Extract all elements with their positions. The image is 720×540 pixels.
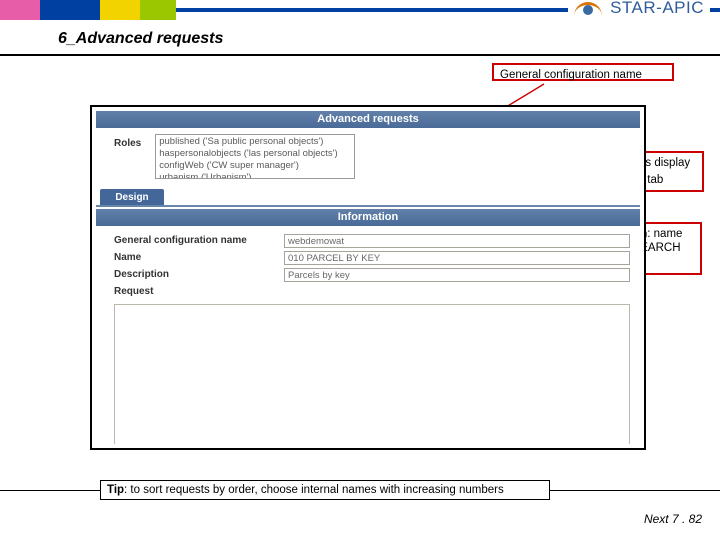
- row-name: Name 010 PARCEL BY KEY: [114, 249, 630, 266]
- field-label: Request: [114, 286, 274, 297]
- callout-text: : to sort requests by order, choose inte…: [124, 484, 504, 496]
- screenshot-frame: Advanced requests Roles published ('Sa p…: [90, 105, 646, 450]
- callout-bold: Tip: [107, 484, 124, 496]
- stripe-seg: [140, 0, 176, 20]
- brand-text: STAR-APIC: [610, 0, 704, 18]
- stripe-seg: [40, 0, 100, 20]
- stripe-seg: [100, 0, 140, 20]
- general-config-name-input[interactable]: webdemowat: [284, 234, 630, 248]
- callout-general-config-name: General configuration name: [492, 63, 674, 81]
- brand-logo: STAR-APIC: [568, 0, 710, 18]
- tab-strip: Design: [96, 189, 640, 207]
- description-input[interactable]: Parcels by key: [284, 268, 630, 282]
- roles-listbox[interactable]: published ('Sa public personal objects')…: [155, 134, 355, 179]
- eye-icon: [574, 0, 604, 18]
- row-request: Request: [114, 283, 630, 300]
- request-textarea[interactable]: [114, 304, 630, 444]
- callout-tip: Tip: to sort requests by order, choose i…: [100, 480, 550, 500]
- tab-rule: [96, 205, 640, 207]
- pager-next: Next 7 .: [644, 512, 685, 526]
- roles-row: Roles published ('Sa public personal obj…: [96, 128, 640, 189]
- panel-title-bar: Advanced requests: [96, 111, 640, 128]
- page-title: 6_Advanced requests: [58, 30, 223, 48]
- list-item[interactable]: haspersonalobjects ('las personal object…: [159, 148, 351, 160]
- list-item[interactable]: configWeb ('CW super manager'): [159, 160, 351, 172]
- row-description: Description Parcels by key: [114, 266, 630, 283]
- callout-text: General configuration name: [500, 69, 642, 81]
- name-input[interactable]: 010 PARCEL BY KEY: [284, 251, 630, 265]
- field-label: Description: [114, 269, 274, 280]
- list-item[interactable]: urbanism ('Urbanism'): [159, 172, 351, 179]
- stripe-seg: [0, 0, 40, 20]
- app-panel: Advanced requests Roles published ('Sa p…: [96, 111, 640, 444]
- pager: Next 7 . 82: [644, 512, 702, 526]
- field-label: Name: [114, 252, 274, 263]
- title-underline: [0, 54, 720, 56]
- row-general-config-name: General configuration name webdemowat: [114, 232, 630, 249]
- roles-label: Roles: [114, 134, 141, 149]
- information-bar: Information: [96, 209, 640, 226]
- list-item[interactable]: published ('Sa public personal objects'): [159, 136, 351, 148]
- form-area: General configuration name webdemowat Na…: [96, 226, 640, 300]
- pager-page: 82: [689, 512, 702, 526]
- field-label: General configuration name: [114, 235, 274, 246]
